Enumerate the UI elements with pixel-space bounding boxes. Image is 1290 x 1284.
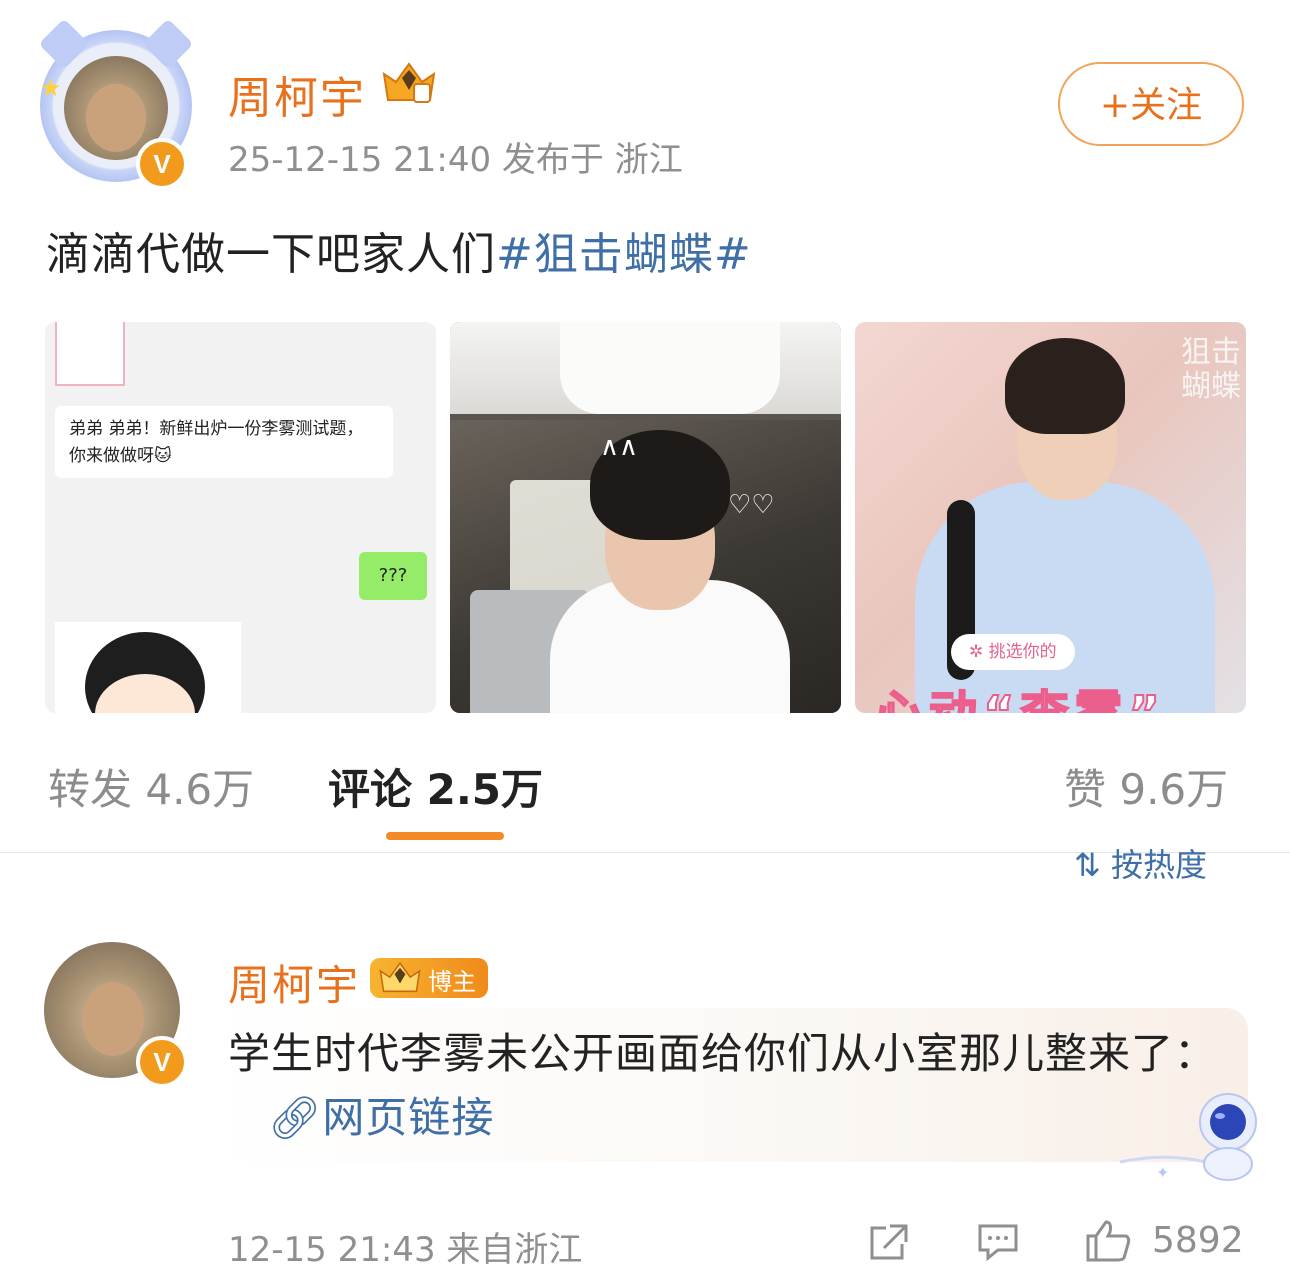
tab-comment[interactable]: 评论 2.5万 xyxy=(328,756,543,817)
photo-top-shirt xyxy=(560,322,780,414)
photo-bottom-panel: ∧∧ ♡♡ xyxy=(450,420,841,713)
poster-tag: ✲ 挑选你的 xyxy=(951,634,1075,670)
poster-title-art: 狙击蝴蝶 xyxy=(1181,335,1241,404)
post-text: 滴滴代做一下吧家人们#狙击蝴蝶# xyxy=(46,218,752,282)
chat-bubble-left: 弟弟 弟弟！新鲜出炉一份李雾测试题，你来做做呀🐱 xyxy=(55,406,393,478)
avatar-face xyxy=(86,84,146,152)
post-meta: 25-12-15 21:40 发布于 浙江 xyxy=(228,140,683,180)
post-image-2[interactable]: ∧∧ ♡♡ xyxy=(450,322,841,713)
post-image-3[interactable]: 狙击蝴蝶 ✲ 挑选你的 心动“李雾” xyxy=(855,322,1246,713)
like-icon[interactable] xyxy=(1084,1218,1132,1262)
web-link[interactable]: 🔗︎网页链接 xyxy=(268,1093,494,1142)
cat-ears-doodle-icon: ∧∧ xyxy=(600,432,639,462)
poster-big-title: 心动“李雾” xyxy=(874,674,1166,713)
frame-ear-right xyxy=(142,18,194,70)
comment-meta: 12-15 21:43 来自浙江 xyxy=(228,1230,583,1270)
post-username[interactable]: 周柯宇 xyxy=(228,62,366,126)
like-count: 5892 xyxy=(1152,1220,1244,1261)
share-icon[interactable] xyxy=(866,1222,910,1262)
crown-icon xyxy=(379,961,421,993)
tab-repost[interactable]: 转发 4.6万 xyxy=(48,756,254,817)
svg-text:✦: ✦ xyxy=(1156,1163,1169,1182)
star-icon: ★ xyxy=(40,74,62,102)
post-image-1[interactable]: 弟弟 弟弟！新鲜出炉一份李雾测试题，你来做做呀🐱 ??? xyxy=(45,322,436,713)
photo-top-panel xyxy=(450,322,841,414)
blogger-badge: 博主 xyxy=(370,958,488,998)
post-text-main: 滴滴代做一下吧家人们 xyxy=(46,229,496,280)
comment-text: 学生时代李雾未公开画面给你们从小室那儿整来了： 🔗︎网页链接 xyxy=(228,1022,1238,1150)
sort-by-hot-button[interactable]: ⇅ 按热度 xyxy=(1074,840,1207,880)
hearts-doodle-icon: ♡♡ xyxy=(728,490,775,520)
crown-badge-icon xyxy=(382,62,436,103)
follow-button[interactable]: +关注 xyxy=(1058,62,1244,146)
comment-avatar-face xyxy=(82,982,144,1056)
blogger-badge-label: 博主 xyxy=(428,968,476,996)
link-icon: 🔗︎ xyxy=(268,1093,323,1142)
tab-indicator xyxy=(386,832,504,840)
comment-verified-icon: V xyxy=(136,1036,188,1088)
verified-icon: V xyxy=(136,138,188,190)
comment-body: 学生时代李雾未公开画面给你们从小室那儿整来了： xyxy=(228,1029,1218,1078)
doc-thumbnail xyxy=(55,322,125,386)
comment-username[interactable]: 周柯宇 xyxy=(228,952,360,1013)
cartoon-card xyxy=(55,622,241,713)
web-link-label: 网页链接 xyxy=(322,1093,495,1142)
astronaut-decoration-icon: ✦ xyxy=(1119,1093,1257,1182)
tab-like[interactable]: 赞 9.6万 xyxy=(1064,756,1228,817)
hashtag-link[interactable]: #狙击蝴蝶# xyxy=(496,229,752,280)
poster-hair xyxy=(1005,338,1125,434)
comment-icon[interactable] xyxy=(976,1222,1020,1262)
frame-ear-left xyxy=(38,18,90,70)
chat-bubble-right: ??? xyxy=(359,552,427,600)
